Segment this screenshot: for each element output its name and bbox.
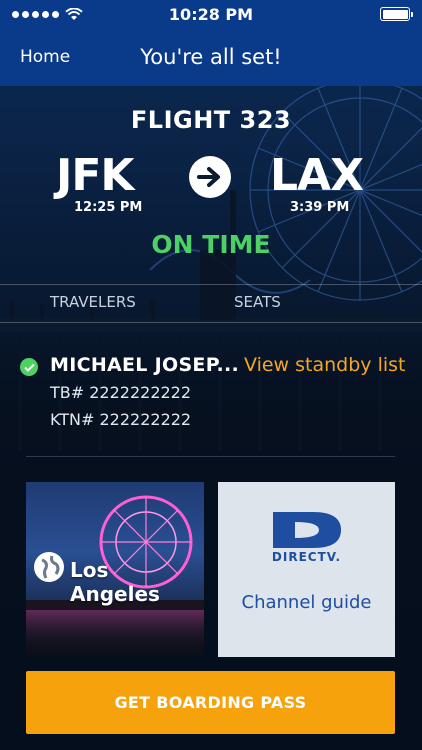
divider (0, 322, 422, 323)
departure-time: 12:25 PM (74, 200, 143, 215)
channel-guide-label: Channel guide (241, 592, 372, 613)
destination-city-card[interactable]: Los Angeles (26, 482, 204, 657)
origin-code: JFK (56, 150, 135, 201)
divider (0, 284, 422, 285)
nav-bar: Home You're all set! (0, 28, 422, 86)
traveler-name: MICHAEL JOSEP... (50, 354, 240, 376)
flight-status: ON TIME (151, 230, 271, 259)
status-time: 10:28 PM (168, 5, 254, 24)
flight-number: FLIGHT 323 (130, 106, 292, 134)
tab-travelers[interactable]: TRAVELERS (50, 293, 136, 311)
globe-icon (34, 552, 64, 582)
tab-bar: TRAVELERS SEATS (0, 286, 422, 320)
page-title: You're all set! (140, 45, 282, 69)
arrival-time: 3:39 PM (290, 200, 350, 215)
view-standby-list-link[interactable]: View standby list (244, 354, 405, 376)
directv-brand: DIRECTV. (271, 550, 342, 564)
channel-guide-card[interactable]: DIRECTV. Channel guide (218, 482, 395, 657)
status-bar: 10:28 PM (0, 0, 422, 28)
traveler-ktn-number: KTN# 222222222 (50, 410, 192, 429)
get-boarding-pass-button[interactable]: GET BOARDING PASS (26, 671, 395, 734)
divider (26, 456, 395, 457)
tab-seats[interactable]: SEATS (234, 293, 281, 311)
traveler-tb-number: TB# 2222222222 (50, 383, 192, 402)
arrow-right-icon (189, 156, 231, 198)
directv-logo-icon (273, 512, 341, 548)
checkmark-icon (20, 358, 38, 376)
destination-city-label: Los Angeles (70, 558, 160, 606)
destination-code: LAX (270, 150, 364, 201)
battery-icon (380, 7, 413, 21)
